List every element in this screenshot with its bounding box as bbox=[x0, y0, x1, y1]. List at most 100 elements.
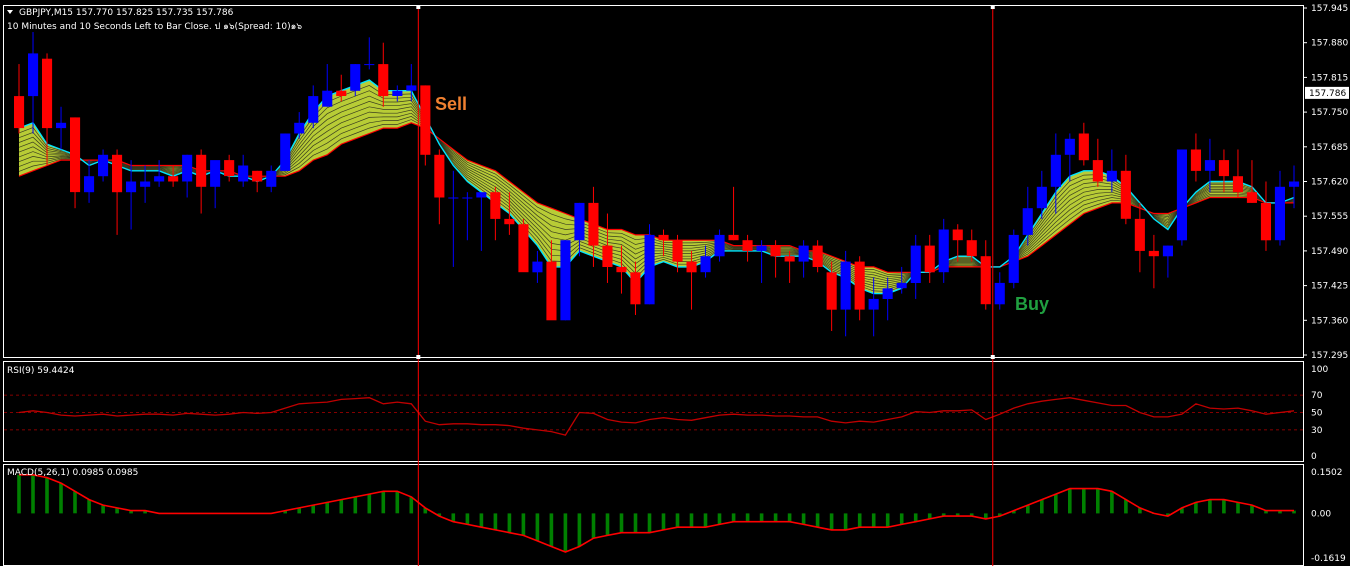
candle-body bbox=[1050, 154, 1061, 187]
macd-bar bbox=[325, 502, 329, 514]
macd-bar bbox=[773, 513, 778, 522]
candle-body bbox=[196, 154, 207, 187]
candle-body bbox=[504, 218, 515, 225]
macd-bar bbox=[45, 477, 49, 514]
price-tick-label: 157.880 bbox=[1311, 39, 1348, 49]
bar-timer: 10 Minutes and 10 Seconds Left to Bar Cl… bbox=[7, 22, 302, 32]
candle-body bbox=[56, 122, 67, 129]
macd-bar bbox=[899, 513, 904, 525]
candle-body bbox=[532, 261, 543, 273]
macd-bar bbox=[395, 491, 400, 514]
candle-body bbox=[1218, 160, 1229, 177]
candle-body bbox=[602, 245, 613, 267]
chart-window: 100 70 50 30 0 0.1502 0.00 -0.1619 157.945 157.… bbox=[0, 0, 1350, 566]
candle-body bbox=[518, 224, 529, 273]
candle-body bbox=[1289, 181, 1300, 187]
candle-body bbox=[770, 245, 781, 257]
macd-bar bbox=[1194, 502, 1198, 514]
current-price-label: 157.786 bbox=[1309, 89, 1346, 99]
candle-body bbox=[364, 64, 375, 66]
price-tick-label: 157.360 bbox=[1311, 316, 1348, 326]
macd-bar bbox=[647, 513, 652, 533]
macd-tick-label: 0.1502 bbox=[1311, 468, 1343, 478]
candle-body bbox=[42, 58, 53, 129]
candle-body bbox=[336, 90, 347, 96]
candle-body bbox=[238, 165, 249, 182]
candle-body bbox=[882, 288, 893, 299]
candle-body bbox=[868, 298, 879, 310]
candle-body bbox=[1260, 202, 1271, 241]
candle-body bbox=[112, 154, 123, 193]
macd-bar bbox=[745, 513, 750, 522]
candle-body bbox=[476, 192, 487, 198]
candle-body bbox=[462, 197, 473, 199]
price-tick-label: 157.945 bbox=[1311, 4, 1348, 14]
candle-body bbox=[308, 96, 319, 123]
candle-body bbox=[812, 245, 823, 267]
candle-body bbox=[1064, 138, 1075, 155]
macd-bar bbox=[661, 513, 666, 530]
symbol-info: GBPJPY,M15 157.770 157.825 157.735 157.7… bbox=[19, 8, 234, 18]
macd-bar bbox=[885, 513, 890, 528]
candle-body bbox=[658, 234, 669, 241]
macd-bar bbox=[1236, 502, 1240, 514]
rsi-indicator: 100 70 50 30 0 bbox=[4, 365, 1328, 462]
candle-body bbox=[420, 85, 431, 155]
macd-bar bbox=[1054, 494, 1058, 514]
price-tick-label: 157.685 bbox=[1311, 143, 1348, 153]
macd-bar bbox=[787, 513, 792, 522]
candle-body bbox=[574, 202, 585, 241]
macd-bar bbox=[815, 513, 820, 528]
chart-canvas[interactable]: 1007050300 0.15020.00-0.1619 157.945157.… bbox=[0, 0, 1350, 566]
candle-body bbox=[924, 245, 935, 273]
sell-annotation: Sell bbox=[435, 94, 467, 114]
signal-lines bbox=[416, 5, 995, 566]
candle-body bbox=[686, 261, 697, 273]
price-tick-label: 157.555 bbox=[1311, 212, 1348, 222]
candle-body bbox=[1232, 176, 1243, 193]
candle-body bbox=[294, 122, 305, 134]
macd-bar bbox=[605, 513, 610, 536]
candle-body bbox=[252, 170, 263, 182]
macd-bar bbox=[1096, 488, 1100, 514]
candle-body bbox=[168, 176, 179, 182]
candle-body bbox=[224, 160, 235, 177]
macd-bar bbox=[633, 513, 638, 533]
candle-body bbox=[434, 154, 445, 198]
candle-body bbox=[154, 176, 165, 182]
macd-bar bbox=[1222, 499, 1226, 514]
rsi-tick-label: 70 bbox=[1311, 391, 1323, 401]
macd-bar bbox=[913, 513, 918, 522]
macd-signal-line bbox=[19, 474, 1294, 553]
rsi-title: RSI(9) 59.4424 bbox=[7, 366, 75, 376]
price-tick-label: 157.490 bbox=[1311, 247, 1348, 257]
macd-bar bbox=[843, 513, 848, 530]
candle-body bbox=[70, 117, 81, 193]
macd-bar bbox=[871, 513, 876, 528]
candle-body bbox=[1162, 245, 1173, 257]
macd-bar bbox=[731, 513, 736, 522]
candle-body bbox=[140, 181, 151, 187]
candle-body bbox=[1092, 160, 1103, 182]
candle-body bbox=[910, 245, 921, 283]
candle-body bbox=[1022, 208, 1033, 235]
macd-bar bbox=[1124, 499, 1128, 514]
price-tick-label: 157.815 bbox=[1311, 73, 1348, 83]
rsi-tick-label: 30 bbox=[1311, 426, 1323, 436]
candle-body bbox=[980, 256, 991, 305]
candle-body bbox=[392, 90, 403, 96]
candle-body bbox=[672, 240, 683, 262]
macd-bar bbox=[675, 513, 680, 528]
candle-body bbox=[938, 229, 949, 273]
candle-body bbox=[1274, 186, 1285, 241]
candle-body bbox=[84, 176, 95, 193]
collapse-arrow-icon[interactable] bbox=[7, 10, 13, 14]
candle-body bbox=[560, 240, 571, 321]
candle-body bbox=[546, 261, 557, 321]
candle-body bbox=[952, 229, 963, 241]
macd-bar bbox=[101, 505, 105, 514]
candle-body bbox=[1134, 218, 1145, 251]
macd-bar bbox=[493, 513, 498, 530]
price-axis: 157.945 157.880 157.815 157.750 157.685 157.6… bbox=[1303, 4, 1349, 361]
macd-bar bbox=[577, 513, 582, 547]
